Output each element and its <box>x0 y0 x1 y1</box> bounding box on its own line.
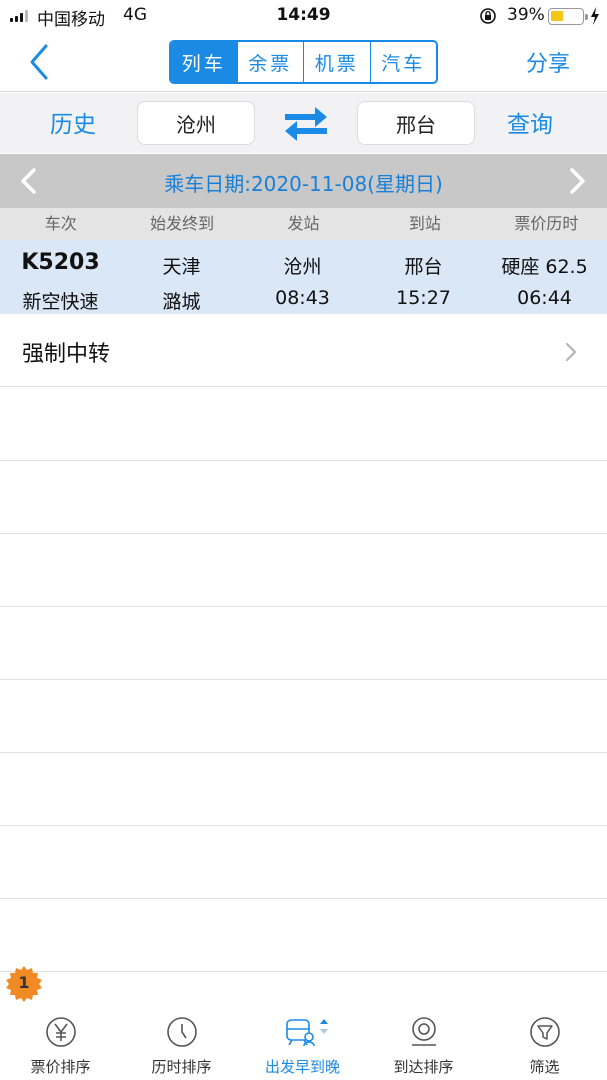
swap-icon[interactable] <box>281 105 331 141</box>
tab-train[interactable]: 列车 <box>171 42 237 82</box>
sort-by-duration-button[interactable]: 历时排序 <box>121 988 242 1080</box>
query-button[interactable]: 查询 <box>507 105 553 139</box>
column-headers: 车次 始发终到 发站 到站 票价历时 <box>0 208 607 240</box>
list-item <box>0 461 607 534</box>
to-station-field[interactable]: 邢台 <box>357 101 475 145</box>
battery-percent: 39% <box>507 5 545 25</box>
column-header-price-duration: 票价历时 <box>514 214 579 233</box>
clock-icon <box>167 1017 197 1047</box>
list-item <box>0 607 607 680</box>
origin-station: 天津 <box>162 256 201 278</box>
nav-bar: 列车 余票 机票 汽车 分享 <box>0 32 607 92</box>
sort-by-arrival-label: 到达排序 <box>393 1058 454 1076</box>
column-header-train: 车次 <box>44 214 77 233</box>
next-day-icon[interactable] <box>566 167 588 195</box>
list-item <box>0 388 607 461</box>
terminal-station: 潞城 <box>162 291 201 313</box>
location-icon <box>412 1017 436 1046</box>
sort-by-duration-label: 历时排序 <box>151 1058 212 1076</box>
filter-icon <box>530 1017 560 1047</box>
date-bar: 乘车日期:2020-11-08(星期日) <box>0 154 607 208</box>
yen-icon <box>46 1017 76 1047</box>
back-icon[interactable] <box>22 40 56 84</box>
train-row[interactable]: K5203 新空快速 天津 潞城 沧州 08:43 邢台 15:27 硬座 62… <box>0 240 607 314</box>
travel-date[interactable]: 乘车日期:2020-11-08(星期日) <box>0 168 607 197</box>
train-type: 新空快速 <box>22 291 99 313</box>
tab-flight[interactable]: 机票 <box>303 42 370 82</box>
depart-time: 08:43 <box>275 287 330 309</box>
list-item <box>0 899 607 972</box>
column-header-route: 始发终到 <box>150 214 215 233</box>
arrive-time: 15:27 <box>396 287 451 309</box>
filter-label: 筛选 <box>529 1058 560 1076</box>
train-number: K5203 <box>21 250 100 275</box>
search-row: 历史 沧州 邢台 查询 <box>0 93 607 153</box>
list-item <box>0 680 607 753</box>
list-item <box>0 534 607 607</box>
charging-icon <box>591 7 599 25</box>
column-header-depart: 发站 <box>287 214 320 233</box>
trip-duration: 06:44 <box>517 287 572 309</box>
battery-icon <box>548 8 588 25</box>
sort-by-departure-label: 出发早到晚 <box>264 1058 340 1076</box>
ticket-price: 硬座 62.5 <box>501 256 588 278</box>
chevron-right-icon <box>566 343 576 361</box>
history-button[interactable]: 历史 <box>50 105 96 139</box>
bottom-toolbar: 票价排序 历时排序 出发早到晚 到达排序 筛选 <box>0 988 607 1080</box>
list-item <box>0 753 607 826</box>
sort-by-departure-button[interactable]: 出发早到晚 <box>242 988 363 1080</box>
arrive-station: 邢台 <box>404 256 443 278</box>
rotation-lock-icon <box>480 8 496 24</box>
forced-transfer-row[interactable]: 强制中转 <box>0 314 607 387</box>
filter-button[interactable]: 筛选 <box>484 988 605 1080</box>
train-sort-icon <box>286 1019 328 1047</box>
notification-count: 1 <box>18 973 30 992</box>
transport-tabs: 列车 余票 机票 汽车 <box>169 40 438 84</box>
status-bar: 中国移动 4G 14:49 39% <box>0 0 607 32</box>
forced-transfer-label: 强制中转 <box>22 342 111 367</box>
column-header-arrive: 到站 <box>408 214 441 233</box>
sort-by-arrival-button[interactable]: 到达排序 <box>363 988 484 1080</box>
from-station-field[interactable]: 沧州 <box>137 101 255 145</box>
list-item <box>0 826 607 899</box>
tab-bus[interactable]: 汽车 <box>369 42 437 82</box>
share-button[interactable]: 分享 <box>526 46 570 78</box>
sort-by-price-label: 票价排序 <box>30 1058 91 1076</box>
tab-remaining-tickets[interactable]: 余票 <box>236 42 304 82</box>
depart-station: 沧州 <box>283 256 322 278</box>
